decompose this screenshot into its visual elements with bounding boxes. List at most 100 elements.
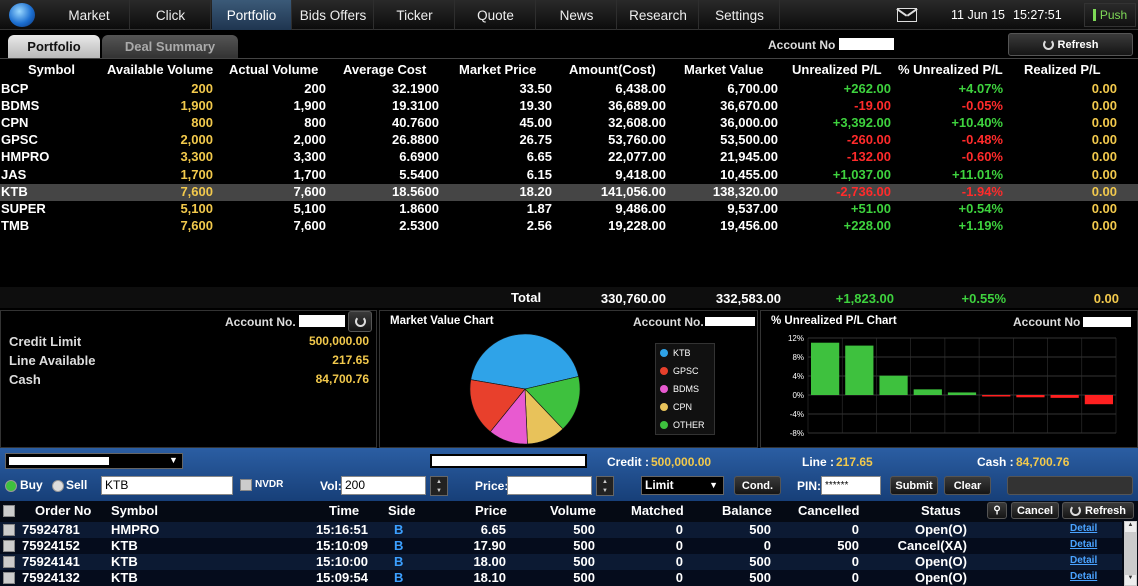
portfolio-cell-symbol[interactable]: GPSC: [1, 131, 81, 148]
menu-news[interactable]: News: [537, 0, 617, 30]
portfolio-cell-amount: 32,608.00: [608, 115, 666, 131]
col-average-cost[interactable]: Average Cost: [343, 62, 426, 77]
col-symbol[interactable]: Symbol: [28, 62, 75, 77]
order-row-checkbox[interactable]: [3, 524, 15, 536]
menu-research[interactable]: Research: [618, 0, 699, 30]
col-order-balance[interactable]: Balance: [722, 503, 772, 518]
portfolio-cell-value: 9,537.00: [727, 200, 778, 216]
portfolio-cell-symbol[interactable]: BDMS: [1, 97, 81, 114]
col-available-volume[interactable]: Available Volume: [107, 62, 213, 77]
orders-scrollbar[interactable]: ▲ ▼: [1124, 521, 1137, 586]
account-number-field[interactable]: [839, 38, 894, 50]
pl-chart-account-number[interactable]: [1083, 317, 1131, 327]
portfolio-cell-symbol[interactable]: KTB: [1, 183, 81, 200]
portfolio-cell-actual: 200: [304, 81, 326, 96]
col-order-cancelled[interactable]: Cancelled: [798, 503, 859, 518]
cond-button[interactable]: Cond.: [734, 476, 781, 495]
col-actual-volume[interactable]: Actual Volume: [229, 62, 318, 77]
col-pct-unrealized-pl[interactable]: % Unrealized P/L: [898, 62, 1003, 77]
order-type-select[interactable]: Limit ▼: [641, 476, 724, 495]
menu-click[interactable]: Click: [131, 0, 211, 30]
order-row-checkbox[interactable]: [3, 556, 15, 568]
col-order-symbol[interactable]: Symbol: [111, 503, 158, 518]
order-cell-status: Cancel(XA): [897, 538, 967, 553]
order-detail-link[interactable]: Detail: [1070, 571, 1097, 582]
col-unrealized-pl[interactable]: Unrealized P/L: [792, 62, 882, 77]
price-input[interactable]: [507, 476, 592, 495]
time-display: 15:27:51: [1013, 8, 1062, 22]
portfolio-cell-rpl: 0.00: [1091, 98, 1117, 114]
col-order-time[interactable]: Time: [329, 503, 359, 518]
portfolio-cell-symbol[interactable]: CPN: [1, 114, 81, 131]
market-chart-account-number[interactable]: [705, 317, 755, 326]
account-panel-refresh-button[interactable]: [348, 311, 372, 332]
col-order-status[interactable]: Status: [921, 503, 961, 518]
clear-button[interactable]: Clear: [944, 476, 991, 495]
col-order-side[interactable]: Side: [388, 503, 415, 518]
portfolio-cell-symbol[interactable]: TMB: [1, 217, 81, 234]
select-all-orders-checkbox[interactable]: [3, 505, 15, 517]
menu-bids-offers[interactable]: Bids Offers: [293, 0, 374, 30]
order-row-checkbox[interactable]: [3, 540, 15, 552]
tab-portfolio[interactable]: Portfolio: [8, 35, 100, 58]
portfolio-cell-actual: 1,700: [293, 166, 326, 182]
portfolio-cell-value: 10,455.00: [720, 166, 778, 182]
portfolio-cell-symbol[interactable]: HMPRO: [1, 148, 81, 165]
menu-market[interactable]: Market: [49, 0, 130, 30]
legend-swatch-icon: [660, 349, 668, 357]
col-market-value[interactable]: Market Value: [684, 62, 764, 77]
push-button[interactable]: Push: [1084, 3, 1136, 27]
cancel-order-button[interactable]: Cancel: [1011, 502, 1059, 519]
order-cell-cancelled: 0: [851, 570, 859, 585]
portfolio-cell-symbol[interactable]: JAS: [1, 166, 81, 183]
order-cell-cancelled: 500: [837, 538, 859, 553]
symbol-input[interactable]: KTB: [101, 476, 233, 495]
menu-quote[interactable]: Quote: [456, 0, 536, 30]
portfolio-cell-value: 19,456.00: [720, 217, 778, 233]
col-order-matched[interactable]: Matched: [631, 503, 684, 518]
pie-legend-item: KTB: [656, 344, 714, 362]
col-realized-pl[interactable]: Realized P/L: [1024, 62, 1101, 77]
total-amount: 330,760.00: [600, 291, 666, 306]
order-detail-link[interactable]: Detail: [1070, 523, 1097, 534]
menu-ticker[interactable]: Ticker: [375, 0, 455, 30]
volume-input[interactable]: 200: [341, 476, 426, 495]
order-row-checkbox[interactable]: [3, 572, 15, 584]
col-market-price[interactable]: Market Price: [459, 62, 536, 77]
order-detail-link[interactable]: Detail: [1070, 539, 1097, 550]
price-stepper[interactable]: [596, 476, 614, 496]
scroll-up-icon[interactable]: ▲: [1125, 522, 1136, 532]
col-amount-cost[interactable]: Amount(Cost): [569, 62, 656, 77]
menu-settings[interactable]: Settings: [700, 0, 780, 30]
account-panel-number[interactable]: [299, 315, 345, 327]
col-order-price[interactable]: Price: [475, 503, 507, 518]
sell-radio[interactable]: [52, 480, 64, 492]
menu-portfolio[interactable]: Portfolio: [212, 0, 292, 30]
portfolio-cell-value: 36,670.00: [720, 98, 778, 114]
orders-refresh-button[interactable]: Refresh: [1062, 502, 1134, 519]
pl-bar-chart: 12% 8% 4% 0% -4% -8%: [788, 334, 1117, 438]
nvdr-checkbox[interactable]: [240, 479, 252, 491]
col-order-volume[interactable]: Volume: [550, 503, 596, 518]
y-tick-label: -4%: [790, 410, 804, 419]
portfolio-cell-symbol[interactable]: BCP: [1, 80, 81, 97]
tab-deal-summary[interactable]: Deal Summary: [102, 35, 238, 58]
col-order-no[interactable]: Order No: [35, 503, 91, 518]
pin-input[interactable]: ******: [821, 476, 881, 495]
pl-chart-account-label: Account No: [1013, 315, 1081, 329]
symbol-name-display: [430, 454, 587, 468]
scroll-down-icon[interactable]: ▼: [1125, 575, 1136, 585]
buy-radio[interactable]: [5, 480, 17, 492]
volume-stepper[interactable]: [430, 476, 448, 496]
mail-icon[interactable]: [897, 8, 917, 22]
refresh-button[interactable]: Refresh: [1008, 33, 1133, 56]
portfolio-cell-rpl: 0.00: [1091, 200, 1117, 216]
search-orders-button[interactable]: ⚲: [987, 502, 1007, 519]
market-chart-account-label: Account No.: [633, 315, 704, 329]
account-select[interactable]: ▼: [5, 453, 183, 469]
submit-button[interactable]: Submit: [890, 476, 938, 495]
portfolio-cell-avg: 19.3100: [392, 98, 439, 114]
portfolio-cell-rpl: 0.00: [1091, 217, 1117, 233]
portfolio-cell-symbol[interactable]: SUPER: [1, 200, 81, 217]
order-detail-link[interactable]: Detail: [1070, 555, 1097, 566]
